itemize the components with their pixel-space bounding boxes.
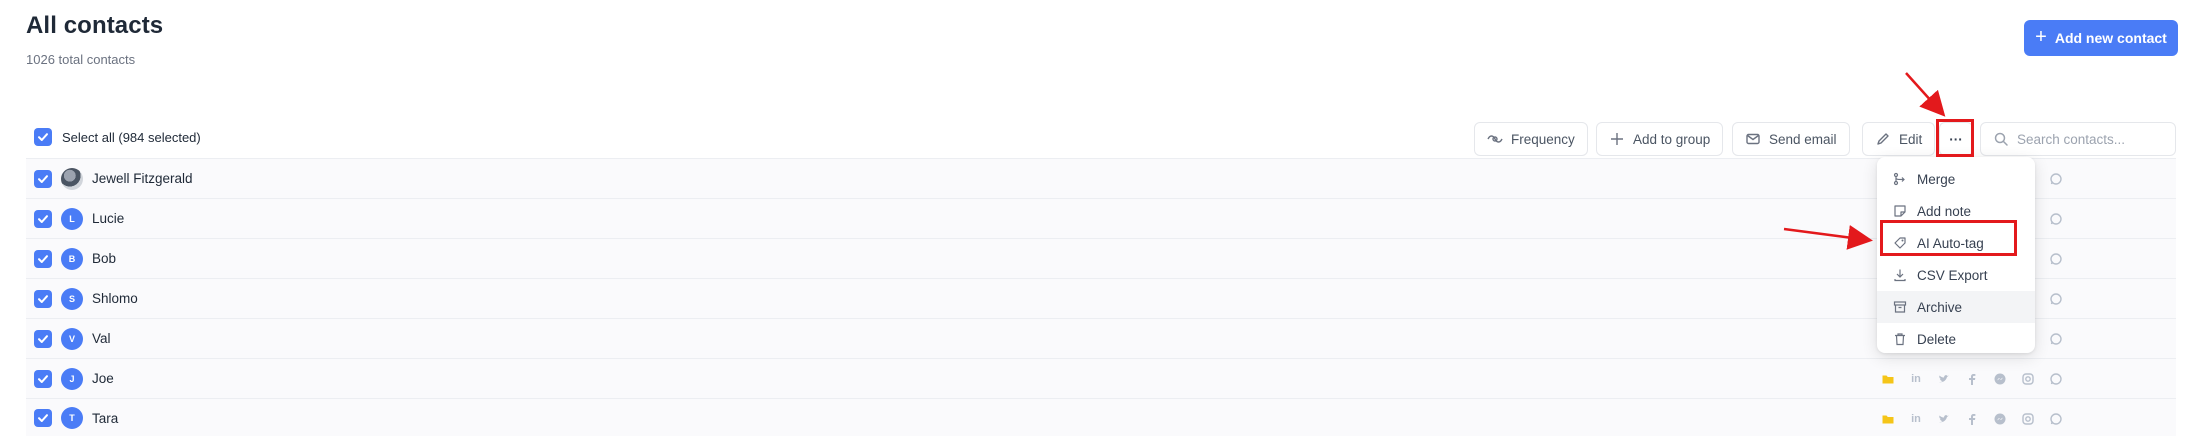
arrow-to-more-button	[1905, 72, 1946, 117]
annotation-arrows	[1783, 72, 1946, 250]
arrow-to-ai-autotag	[1783, 225, 1873, 250]
